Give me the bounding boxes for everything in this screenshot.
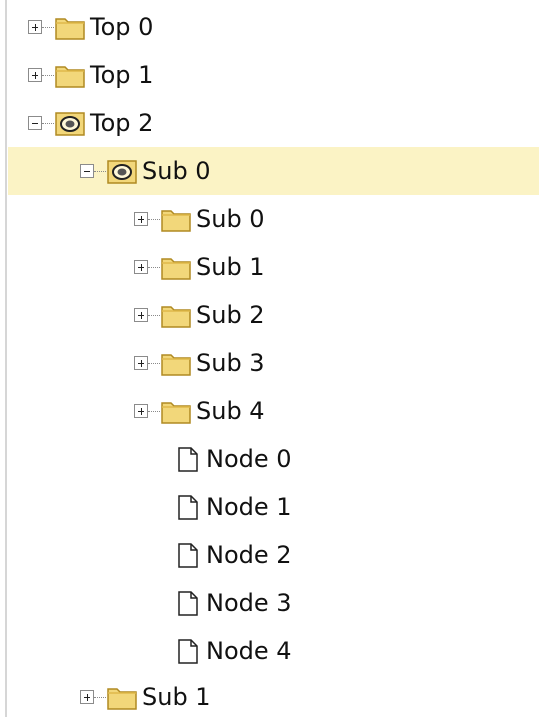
- tree-node-sub-0-selected[interactable]: Sub 0: [8, 147, 539, 195]
- tree-node-content: Sub 0: [80, 147, 211, 195]
- tree-node-content: Top 2: [28, 99, 153, 147]
- tree-connector: [94, 696, 106, 698]
- tree-node-label[interactable]: Node 4: [206, 639, 292, 663]
- folder-open-icon: [106, 157, 138, 185]
- tree-node-label[interactable]: Sub 3: [196, 351, 265, 375]
- tree-node-content: Sub 3: [134, 339, 265, 387]
- tree-node-label[interactable]: Sub 0: [142, 159, 211, 183]
- folder-icon: [160, 349, 192, 377]
- tree-leaf-node-3[interactable]: Node 3: [8, 579, 539, 627]
- plus-expander-icon[interactable]: [134, 308, 148, 322]
- tree-node-sub-1[interactable]: Sub 1: [8, 673, 539, 721]
- tree-leaf-node-0[interactable]: Node 0: [8, 435, 539, 483]
- page-icon: [174, 589, 202, 617]
- tree-connector: [148, 218, 160, 220]
- folder-icon: [160, 205, 192, 233]
- tree-connector: [42, 74, 54, 76]
- tree-node-label[interactable]: Node 1: [206, 495, 292, 519]
- folder-icon: [54, 61, 86, 89]
- tree-leaf-node-4[interactable]: Node 4: [8, 627, 539, 675]
- tree-left-border: [5, 0, 7, 717]
- folder-icon: [106, 683, 138, 711]
- tree-node-sub-2-child[interactable]: Sub 2: [8, 291, 539, 339]
- tree-node-label[interactable]: Top 2: [90, 111, 153, 135]
- page-icon: [174, 541, 202, 569]
- tree-node-content: Top 1: [28, 51, 153, 99]
- tree-view: Top 0 Top 1 Top 2 Sub 0 Sub 0 Sub 1 Sub …: [0, 0, 539, 717]
- tree-node-sub-4-child[interactable]: Sub 4: [8, 387, 539, 435]
- tree-node-sub-1-child[interactable]: Sub 1: [8, 243, 539, 291]
- tree-node-content: Node 1: [176, 483, 292, 531]
- page-icon: [174, 637, 202, 665]
- tree-node-label[interactable]: Node 3: [206, 591, 292, 615]
- tree-node-top-0[interactable]: Top 0: [8, 3, 539, 51]
- tree-node-label[interactable]: Top 0: [90, 15, 153, 39]
- tree-node-content: Sub 4: [134, 387, 265, 435]
- tree-node-content: Node 4: [176, 627, 292, 675]
- tree-node-label[interactable]: Sub 1: [196, 255, 265, 279]
- plus-expander-icon[interactable]: [134, 212, 148, 226]
- tree-node-label[interactable]: Node 0: [206, 447, 292, 471]
- plus-expander-icon[interactable]: [134, 260, 148, 274]
- page-icon: [174, 493, 202, 521]
- folder-open-icon: [54, 109, 86, 137]
- tree-node-content: Node 3: [176, 579, 292, 627]
- tree-node-top-2[interactable]: Top 2: [8, 99, 539, 147]
- tree-connector: [94, 170, 106, 172]
- tree-leaf-node-2[interactable]: Node 2: [8, 531, 539, 579]
- tree-node-label[interactable]: Sub 0: [196, 207, 265, 231]
- minus-expander-icon[interactable]: [28, 116, 42, 130]
- plus-expander-icon[interactable]: [134, 356, 148, 370]
- tree-connector: [42, 26, 54, 28]
- tree-node-label[interactable]: Node 2: [206, 543, 292, 567]
- tree-node-content: Sub 1: [134, 243, 265, 291]
- folder-icon: [160, 301, 192, 329]
- folder-icon: [54, 13, 86, 41]
- tree-connector: [42, 122, 54, 124]
- tree-node-sub-3-child[interactable]: Sub 3: [8, 339, 539, 387]
- minus-expander-icon[interactable]: [80, 164, 94, 178]
- tree-connector: [148, 314, 160, 316]
- tree-node-label[interactable]: Sub 1: [142, 685, 211, 709]
- tree-connector: [148, 410, 160, 412]
- tree-node-label[interactable]: Sub 2: [196, 303, 265, 327]
- tree-node-content: Top 0: [28, 3, 153, 51]
- tree-node-content: Sub 2: [134, 291, 265, 339]
- tree-connector: [148, 266, 160, 268]
- tree-node-content: Node 2: [176, 531, 292, 579]
- plus-expander-icon[interactable]: [28, 68, 42, 82]
- plus-expander-icon[interactable]: [134, 404, 148, 418]
- tree-leaf-node-1[interactable]: Node 1: [8, 483, 539, 531]
- folder-icon: [160, 253, 192, 281]
- tree-node-content: Node 0: [176, 435, 292, 483]
- page-icon: [174, 445, 202, 473]
- tree-node-content: Sub 0: [134, 195, 265, 243]
- tree-connector: [148, 362, 160, 364]
- tree-node-top-1[interactable]: Top 1: [8, 51, 539, 99]
- plus-expander-icon[interactable]: [28, 20, 42, 34]
- tree-node-label[interactable]: Top 1: [90, 63, 153, 87]
- tree-node-content: Sub 1: [80, 673, 211, 721]
- tree-node-label[interactable]: Sub 4: [196, 399, 265, 423]
- tree-node-sub-0-child[interactable]: Sub 0: [8, 195, 539, 243]
- folder-icon: [160, 397, 192, 425]
- plus-expander-icon[interactable]: [80, 690, 94, 704]
